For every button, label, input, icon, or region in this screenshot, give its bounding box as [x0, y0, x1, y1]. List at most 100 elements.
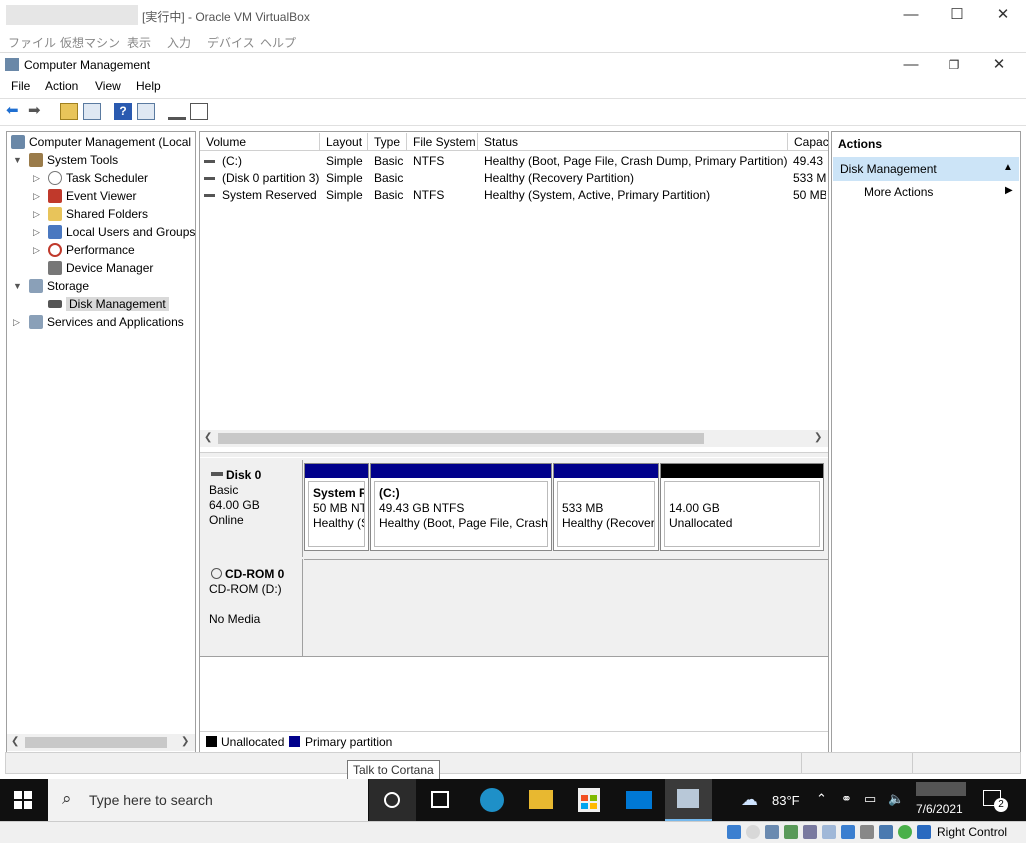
column-type[interactable]: Type [368, 133, 407, 151]
minimize-button[interactable]: — [888, 0, 934, 30]
recording-icon[interactable] [860, 825, 874, 839]
scroll-left-icon[interactable]: ❮ [204, 432, 212, 443]
chevron-right-icon[interactable]: ▷ [33, 191, 40, 202]
date-label[interactable]: 7/6/2021 [916, 802, 963, 816]
chevron-down-icon[interactable]: ▼ [13, 281, 22, 291]
vbox-menu-machine[interactable]: 仮想マシン [60, 34, 120, 51]
status-cell: Healthy (Boot, Page File, Crash Dump, Pr… [484, 154, 788, 168]
weather-temperature[interactable]: 83°F [772, 793, 800, 808]
up-folder-icon[interactable] [60, 103, 78, 120]
properties-icon[interactable] [190, 103, 208, 120]
guest-additions-icon[interactable] [898, 825, 912, 839]
shared-folders-icon[interactable] [822, 825, 836, 839]
vbox-menu-devices[interactable]: デバイス [207, 34, 255, 51]
table-row[interactable]: (Disk 0 partition 3) Simple Basic Health… [200, 170, 828, 187]
tree-item-shared-folders[interactable]: Shared Folders [48, 207, 148, 225]
tree-item-disk-management[interactable]: Disk Management [48, 297, 169, 315]
optical-drive-icon[interactable] [746, 825, 760, 839]
chevron-right-icon[interactable]: ▷ [33, 173, 40, 184]
menu-help[interactable]: Help [136, 79, 161, 93]
action-pane-icon[interactable] [137, 103, 155, 120]
chevron-right-icon[interactable]: ▷ [33, 245, 40, 256]
windows-start-icon[interactable] [14, 791, 32, 809]
host-key-label[interactable]: Right Control [937, 825, 1007, 839]
connect-icon[interactable] [168, 103, 186, 120]
chevron-right-icon[interactable]: ▷ [33, 209, 40, 220]
chevron-right-icon[interactable]: ▷ [13, 317, 20, 328]
maximize-button[interactable]: ☐ [934, 0, 980, 30]
volume-list-horizontal-scrollbar[interactable]: ❮ ❯ [200, 430, 828, 447]
show-hidden-icons-chevron-up-icon[interactable]: ⌃ [816, 791, 827, 807]
tree-item-task-scheduler[interactable]: Task Scheduler [48, 171, 148, 189]
chevron-right-icon[interactable]: ▷ [33, 227, 40, 238]
vbox-menu-view[interactable]: 表示 [127, 34, 151, 51]
scroll-thumb[interactable] [25, 737, 167, 748]
chevron-down-icon[interactable]: ▼ [13, 155, 22, 165]
close-button[interactable]: ✕ [980, 0, 1026, 30]
column-file-system[interactable]: File System [407, 133, 478, 151]
tree-item-event-viewer[interactable]: Event Viewer [48, 189, 136, 207]
disk-0-label[interactable]: Disk 0 Basic 64.00 GB Online [201, 460, 303, 557]
partition-size: 533 MB [562, 501, 604, 515]
cdrom-0-label[interactable]: CD-ROM 0 CD-ROM (D:) No Media [201, 559, 303, 656]
tree-horizontal-scrollbar[interactable]: ❮ ❯ [7, 734, 195, 751]
mail-icon[interactable] [626, 791, 652, 809]
back-arrow-icon[interactable]: ⬅ [6, 103, 24, 120]
tree-item-local-users-groups[interactable]: Local Users and Groups [48, 225, 195, 243]
more-actions-item[interactable]: More Actions ▶ [833, 182, 1019, 202]
tree-item-performance[interactable]: Performance [48, 243, 135, 261]
hard-disk-icon[interactable] [727, 825, 741, 839]
edge-icon[interactable] [480, 788, 504, 812]
menu-file[interactable]: File [11, 79, 30, 93]
task-view-icon[interactable] [431, 791, 449, 808]
scroll-right-icon[interactable]: ❯ [814, 432, 822, 443]
taskbar-computer-management[interactable] [665, 779, 712, 821]
tree-item-storage[interactable]: Storage [29, 279, 89, 297]
column-volume[interactable]: Volume [200, 133, 320, 151]
vbox-menu-input[interactable]: 入力 [167, 34, 191, 51]
scroll-left-icon[interactable]: ❮ [11, 736, 19, 747]
tree-item-system-tools[interactable]: System Tools [29, 153, 118, 171]
actions-section-disk-management[interactable]: Disk Management ▲ [833, 157, 1019, 181]
display-icon[interactable] [841, 825, 855, 839]
collapse-up-icon[interactable]: ▲ [1003, 162, 1013, 173]
column-status[interactable]: Status [478, 133, 788, 151]
partition-status: Healthy (Recover [562, 516, 655, 530]
vbox-menu-file[interactable]: ファイル [8, 34, 56, 51]
scroll-thumb[interactable] [218, 433, 704, 444]
audio-icon[interactable] [765, 825, 779, 839]
tree-item-device-manager[interactable]: Device Manager [48, 261, 153, 279]
weather-cloud-icon[interactable]: ☁ [741, 790, 758, 810]
show-hide-tree-icon[interactable] [83, 103, 101, 120]
table-row[interactable]: System Reserved Simple Basic NTFS Health… [200, 187, 828, 204]
store-icon[interactable] [578, 788, 600, 812]
partition-c[interactable]: (C:) 49.43 GB NTFS Healthy (Boot, Page F… [370, 463, 552, 551]
menu-view[interactable]: View [95, 79, 121, 93]
network-adapter-icon[interactable] [784, 825, 798, 839]
partition-recovery[interactable]: 533 MB Healthy (Recover [553, 463, 659, 551]
vbox-title-bar: [実行中] - Oracle VM VirtualBox — ☐ ✕ [0, 0, 1026, 30]
network-icon[interactable]: ⚭ [841, 791, 852, 807]
partition-unallocated[interactable]: 14.00 GB Unallocated [660, 463, 824, 551]
pane-splitter[interactable] [200, 452, 828, 457]
volume-icon[interactable]: 🔈 [888, 791, 904, 807]
layout-cell: Simple [326, 171, 363, 185]
tree-item-services-applications[interactable]: Services and Applications [29, 315, 184, 333]
column-capacity[interactable]: Capac [788, 133, 828, 151]
virtualization-icon[interactable] [879, 825, 893, 839]
forward-arrow-icon[interactable]: ➡ [28, 103, 46, 120]
partition-system-reserved[interactable]: System R 50 MB NT Healthy (S [304, 463, 369, 551]
mouse-integration-icon[interactable] [917, 825, 931, 839]
search-box[interactable]: ⌕ Type here to search [48, 779, 368, 821]
table-row[interactable]: (C:) Simple Basic NTFS Healthy (Boot, Pa… [200, 153, 828, 170]
menu-action[interactable]: Action [45, 79, 78, 93]
tree-root[interactable]: Computer Management (Local [11, 135, 191, 153]
display-icon[interactable]: ▭ [864, 791, 876, 807]
help-icon[interactable]: ? [114, 103, 132, 120]
file-explorer-icon[interactable] [529, 790, 553, 809]
scroll-right-icon[interactable]: ❯ [181, 736, 189, 747]
vbox-menu-help[interactable]: ヘルプ [260, 34, 296, 51]
cortana-button[interactable] [369, 779, 416, 821]
usb-icon[interactable] [803, 825, 817, 839]
column-layout[interactable]: Layout [320, 133, 368, 151]
